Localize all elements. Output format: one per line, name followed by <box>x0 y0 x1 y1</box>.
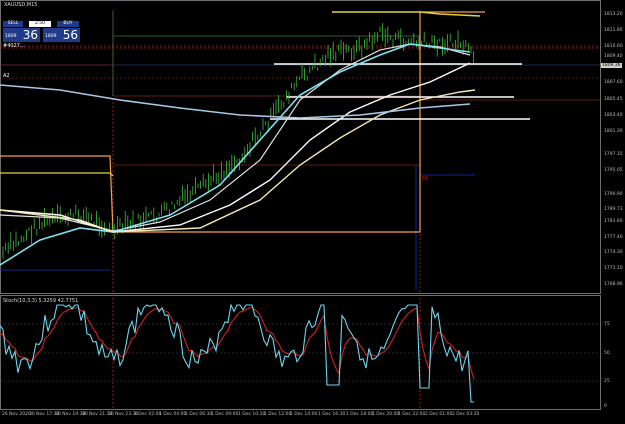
ma-fast-line <box>0 43 471 232</box>
price-tick: 1783.60 <box>604 219 623 224</box>
stoch-signal-line <box>0 306 475 380</box>
stoch-level-label: 0 <box>604 404 607 409</box>
lot-size-input[interactable]: 2.50 <box>29 21 51 27</box>
buy-price-box[interactable]: 1809 56 <box>43 28 80 42</box>
candles-group <box>2 23 475 259</box>
sell-price-small: 1809 <box>5 34 17 39</box>
chart-window[interactable]: XAUUSD,M15 SELL 2.50 BUY 1809 36 1809 56… <box>0 0 625 424</box>
time-tick: 1 Dec 20:00 <box>372 412 400 417</box>
price-tick: 1805.45 <box>604 97 623 102</box>
time-tick: 1 Dec 10:30 <box>238 412 266 417</box>
main-panel-border <box>0 0 601 294</box>
price-tick: 1797.15 <box>604 152 623 157</box>
marker-label: 61 <box>422 176 429 182</box>
price-tick: 1771.10 <box>604 266 623 271</box>
price-tick: 1801.30 <box>604 129 623 134</box>
buy-price-small: 1809 <box>45 34 57 39</box>
left-tag-2: A2 <box>3 73 10 79</box>
one-click-trade-panel[interactable]: SELL 2.50 BUY 1809 36 1809 56 <box>3 21 81 43</box>
sell-button[interactable]: SELL <box>3 21 23 27</box>
time-tick: 1 Dec 12:00 <box>264 412 292 417</box>
chart-title: XAUUSD,M15 <box>4 2 38 8</box>
time-tick: 2 Dec 03:30 <box>452 412 480 417</box>
time-tick: 1 Dec 22:00 <box>398 412 426 417</box>
buy-button[interactable]: BUY <box>57 21 79 27</box>
price-tick: 1813.20 <box>604 12 623 17</box>
price-tick: 1807.60 <box>604 80 623 85</box>
price-tick: 1811.80 <box>604 28 623 33</box>
sell-price-big: 36 <box>22 28 38 42</box>
buy-price-big: 56 <box>62 28 78 42</box>
sell-price-box[interactable]: 1809 36 <box>3 28 40 42</box>
stoch-panel-border <box>0 295 601 410</box>
stoch-level-label: 50 <box>604 351 610 356</box>
price-chart[interactable] <box>0 0 625 424</box>
ma-white-line <box>0 62 471 233</box>
price-tick: 1789.73 <box>604 207 623 212</box>
time-tick: 1 Dec 09:00 <box>211 412 239 417</box>
price-tick: 1803.40 <box>604 113 623 118</box>
time-tick: 1 Dec 04:00 <box>159 412 187 417</box>
stoch-level-label: 25 <box>604 379 610 384</box>
time-tick: 26 Nov 2020 <box>2 412 31 417</box>
price-tick: 1795.05 <box>604 168 623 173</box>
stoch-group <box>0 303 475 403</box>
ma-beige-line <box>0 89 476 233</box>
price-tick: 1790.90 <box>604 192 623 197</box>
time-tick: 1 Dec 16:30 <box>318 412 346 417</box>
current-price-tag: 1809.36 <box>601 63 622 68</box>
price-tick: 1768.96 <box>604 282 623 287</box>
price-tick: 1774.30 <box>604 250 623 255</box>
yellow-line <box>0 172 114 177</box>
time-tick: 2 Dec 01:00 <box>425 412 453 417</box>
time-tick: 1 Dec 02:00 <box>134 412 162 417</box>
price-tick: 1809.40 <box>604 54 623 59</box>
price-tick: 1777.40 <box>604 235 623 240</box>
time-tick: 1 Dec 18:00 <box>346 412 374 417</box>
stoch-level-label: 75 <box>604 322 610 327</box>
stoch-label: Stoch(10,3,3) 5.3259 42.7751 <box>3 298 79 304</box>
time-tick: 30 Nov 19:30 <box>55 412 86 417</box>
time-tick: 1 Dec 06:30 <box>185 412 213 417</box>
price-tick: 1810.60 <box>604 44 623 49</box>
left-tag-1: #4027... <box>3 43 25 49</box>
ma-slow-line <box>0 84 471 119</box>
time-tick: 1 Dec 14:00 <box>290 412 318 417</box>
